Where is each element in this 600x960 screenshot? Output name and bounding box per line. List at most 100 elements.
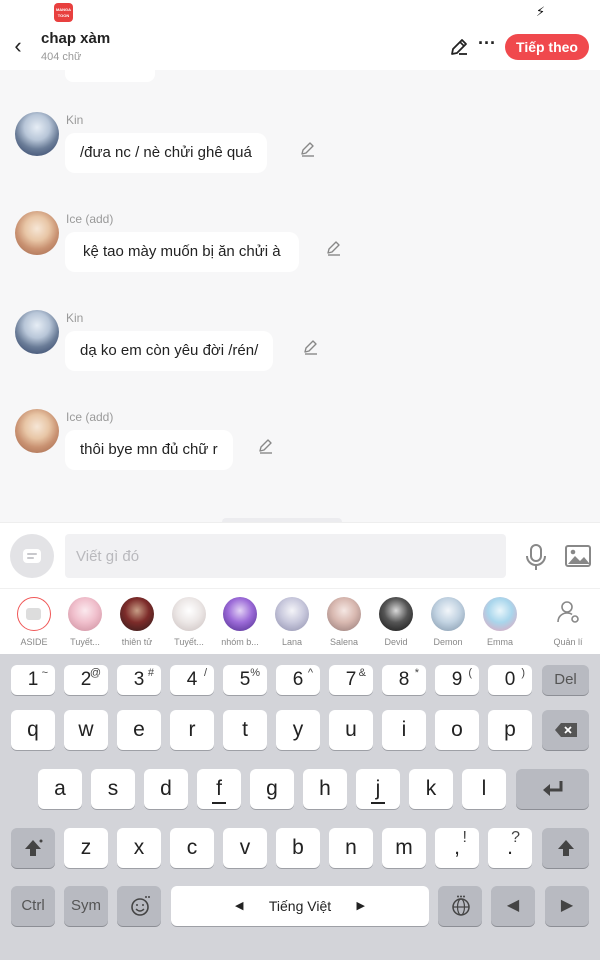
arrow-left-key[interactable]: ◀: [491, 886, 535, 926]
edit-message-icon[interactable]: [325, 239, 343, 257]
key-9[interactable]: 9(: [435, 665, 479, 695]
character-strip[interactable]: ASIDE Tuyết... thiên tử Tuyết... nhóm b.…: [0, 588, 600, 654]
character-item[interactable]: Devid: [371, 595, 421, 653]
key-b[interactable]: b: [276, 828, 320, 868]
character-item[interactable]: Demon: [423, 595, 473, 653]
status-bar: MANGA TOON ⚡: [0, 0, 600, 24]
character-aside[interactable]: ASIDE: [9, 595, 59, 653]
enter-key[interactable]: [516, 769, 589, 809]
key-7[interactable]: 7 &: [329, 665, 373, 695]
key-t[interactable]: t: [223, 710, 267, 750]
key-g[interactable]: g: [250, 769, 294, 809]
character-name: Devid: [384, 637, 408, 647]
key-a[interactable]: a: [38, 769, 82, 809]
key-c[interactable]: c: [170, 828, 214, 868]
shift-icon: [25, 839, 43, 856]
edit-message-icon[interactable]: [302, 338, 320, 356]
avatar[interactable]: [15, 211, 59, 255]
character-name: Lana: [281, 637, 303, 647]
avatar[interactable]: [15, 112, 59, 156]
message-bubble[interactable]: dạ ko em còn yêu đời /rén/: [65, 331, 274, 371]
image-icon[interactable]: [565, 544, 591, 568]
key-period[interactable]: .?: [488, 828, 532, 868]
key-2[interactable]: 2 @: [64, 665, 108, 695]
avatar: [275, 597, 309, 631]
key-r[interactable]: r: [170, 710, 214, 750]
character-name: Emma: [486, 637, 513, 647]
backspace-key[interactable]: [542, 710, 589, 750]
shift-key-left[interactable]: [11, 828, 55, 868]
aside-icon: [17, 597, 51, 631]
language-key[interactable]: [438, 886, 482, 926]
character-item[interactable]: Lana: [267, 595, 317, 653]
character-item[interactable]: nhóm b...: [215, 595, 265, 653]
manage-characters-button[interactable]: Quản lí: [550, 595, 590, 653]
key-h[interactable]: h: [303, 769, 347, 809]
key-x[interactable]: x: [117, 828, 161, 868]
ctrl-key[interactable]: Ctrl: [11, 886, 55, 926]
message-item: Ice (add) thôi bye mn đủ chữ r: [0, 409, 600, 499]
key-v[interactable]: v: [223, 828, 267, 868]
arrow-right-key[interactable]: ▶: [545, 886, 589, 926]
key-n[interactable]: n: [329, 828, 373, 868]
key-1[interactable]: 1 ~: [11, 665, 55, 695]
message-bubble[interactable]: kệ tao mày muốn bị ăn chửi à: [65, 232, 299, 272]
key-p[interactable]: p: [488, 710, 532, 750]
key-0[interactable]: 0): [488, 665, 532, 695]
key-f[interactable]: f: [197, 769, 241, 809]
next-button[interactable]: Tiếp theo: [505, 34, 589, 60]
sender-name: Kin: [66, 113, 84, 127]
avatar[interactable]: [15, 409, 59, 453]
key-l[interactable]: l: [462, 769, 506, 809]
key-j[interactable]: j: [356, 769, 400, 809]
key-3[interactable]: 3 #: [117, 665, 161, 695]
message-input[interactable]: [65, 534, 506, 578]
space-key[interactable]: ◀ Tiếng Việt ▶: [171, 886, 429, 926]
more-options-icon[interactable]: ···: [476, 34, 498, 56]
character-item[interactable]: Emma: [475, 595, 525, 653]
delete-key[interactable]: Del: [542, 665, 589, 695]
chat-area[interactable]: Kin /đưa nc / nè chửi ghê quá Ice (add) …: [0, 70, 600, 522]
avatar: [379, 597, 413, 631]
chat-mode-icon[interactable]: [10, 534, 54, 578]
key-y[interactable]: y: [276, 710, 320, 750]
key-z[interactable]: z: [64, 828, 108, 868]
edit-message-icon[interactable]: [257, 437, 275, 455]
key-o[interactable]: o: [435, 710, 479, 750]
key-s[interactable]: s: [91, 769, 135, 809]
character-item[interactable]: thiên tử: [112, 595, 162, 653]
key-d[interactable]: d: [144, 769, 188, 809]
sym-key[interactable]: Sym: [64, 886, 108, 926]
key-q[interactable]: q: [11, 710, 55, 750]
emoji-key[interactable]: [117, 886, 161, 926]
message-item: Kin dạ ko em còn yêu đời /rén/: [0, 310, 600, 400]
edit-message-icon[interactable]: [299, 140, 317, 158]
key-k[interactable]: k: [409, 769, 453, 809]
key-w[interactable]: w: [64, 710, 108, 750]
back-button[interactable]: ‹: [8, 34, 28, 58]
shift-key-right[interactable]: [542, 828, 589, 868]
key-m[interactable]: m: [382, 828, 426, 868]
character-item[interactable]: Tuyết...: [164, 595, 214, 653]
avatar[interactable]: [15, 310, 59, 354]
message-bubble[interactable]: thôi bye mn đủ chữ r: [65, 430, 233, 470]
edit-icon[interactable]: [448, 36, 470, 58]
charging-icon: ⚡: [536, 4, 546, 19]
sender-name: Kin: [66, 311, 84, 325]
key-8[interactable]: 8 *: [382, 665, 426, 695]
character-name: Salena: [329, 637, 359, 647]
key-u[interactable]: u: [329, 710, 373, 750]
message-item: Kin /đưa nc / nè chửi ghê quá: [0, 112, 600, 202]
key-i[interactable]: i: [382, 710, 426, 750]
key-e[interactable]: e: [117, 710, 161, 750]
key-4[interactable]: 4/: [170, 665, 214, 695]
character-item[interactable]: Tuyết...: [60, 595, 110, 653]
sender-name: Ice (add): [66, 212, 114, 226]
key-5[interactable]: 5%: [223, 665, 267, 695]
microphone-icon[interactable]: [524, 543, 548, 571]
message-bubble[interactable]: /đưa nc / nè chửi ghê quá: [65, 133, 267, 173]
key-6[interactable]: 6 ^: [276, 665, 320, 695]
key-comma[interactable]: ,!: [435, 828, 479, 868]
message-item: Ice (add) kệ tao mày muốn bị ăn chửi à: [0, 211, 600, 301]
character-item[interactable]: Salena: [319, 595, 369, 653]
